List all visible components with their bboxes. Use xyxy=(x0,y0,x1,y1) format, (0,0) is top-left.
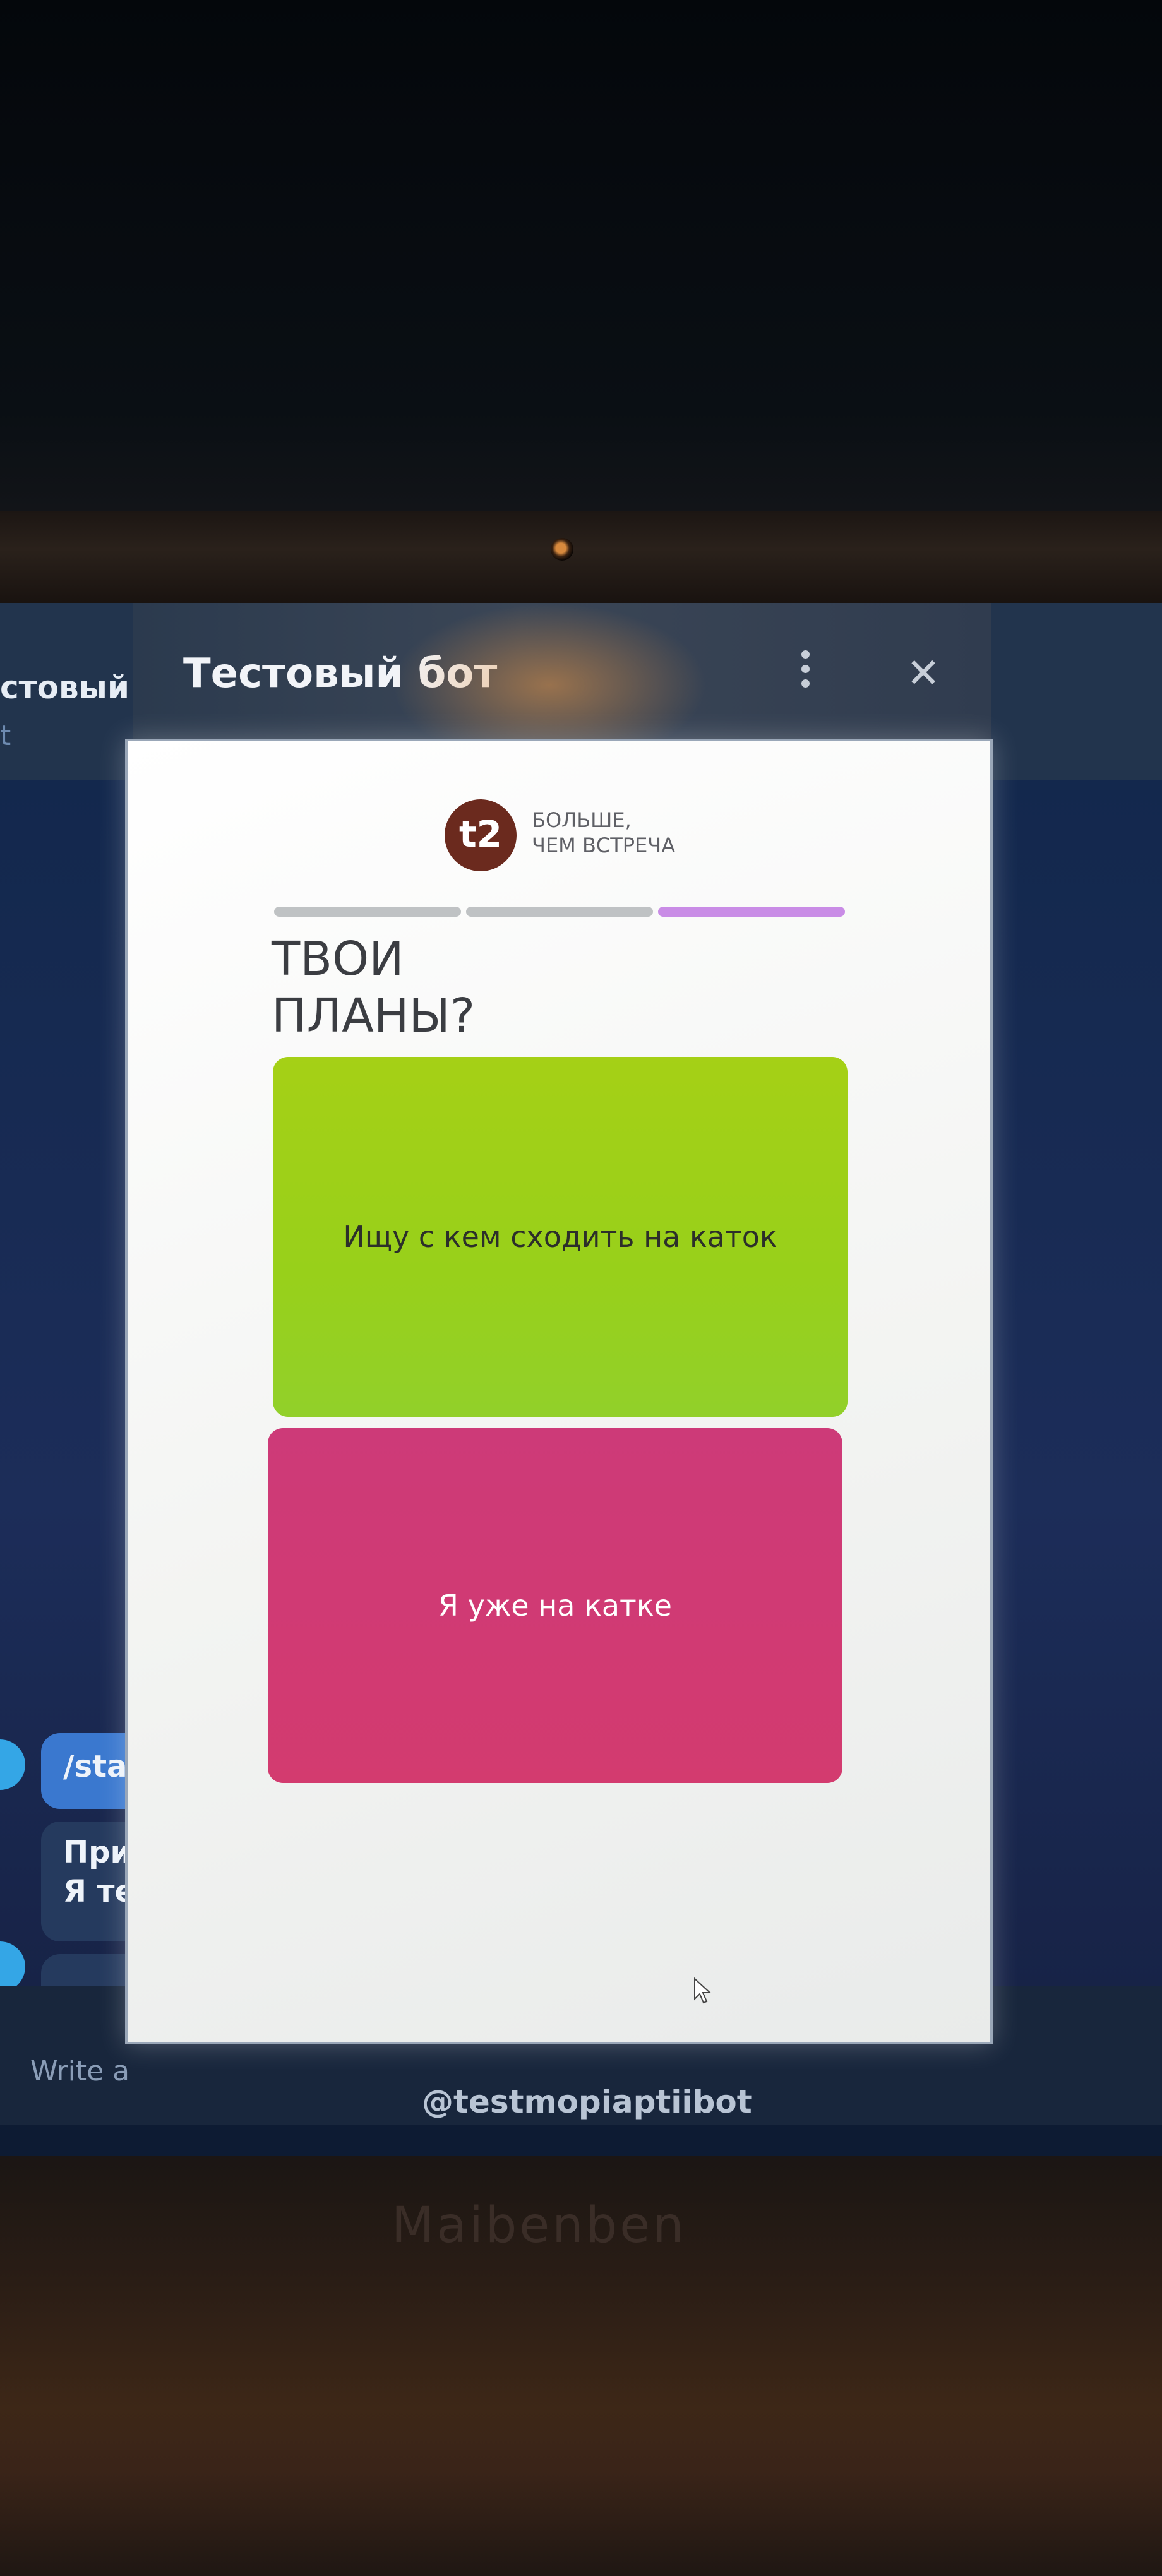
laptop-bezel xyxy=(0,511,1162,606)
page-title-line2: ПЛАНЫ? xyxy=(272,989,476,1043)
logo-tagline-line2: ЧЕМ ВСТРЕЧА xyxy=(532,833,676,857)
webcam-icon xyxy=(551,538,573,561)
room-background xyxy=(0,0,1162,511)
progress-segment xyxy=(466,907,653,917)
mouse-cursor-icon xyxy=(694,1977,712,2004)
step-progress xyxy=(274,907,845,918)
t2-logo-icon: t2 xyxy=(445,799,517,871)
page-title-line1: ТВОИ xyxy=(272,932,404,986)
option-label: Я уже на катке xyxy=(438,1589,672,1623)
message-input-placeholder: Write a xyxy=(30,2055,130,2087)
option-already-at-rink-button[interactable]: Я уже на катке xyxy=(268,1428,842,1783)
option-label: Ищу с кем сходить на каток xyxy=(343,1220,777,1254)
more-vertical-icon[interactable] xyxy=(796,650,815,695)
chat-subtitle: t xyxy=(0,720,11,752)
chat-title: стовый бо xyxy=(0,669,139,706)
laptop-brand-logo: Maibenben xyxy=(392,2197,686,2254)
logo-tagline: БОЛЬШЕ, ЧЕМ ВСТРЕЧА xyxy=(532,808,675,858)
progress-segment xyxy=(274,907,461,917)
webapp-dialog-title: Тестовый бот xyxy=(183,650,498,697)
logo-tagline-line1: БОЛЬШЕ, xyxy=(532,808,632,832)
webapp-content: t2 БОЛЬШЕ, ЧЕМ ВСТРЕЧА ТВОИ ПЛАНЫ? Ищу с… xyxy=(125,739,993,2044)
progress-segment-active xyxy=(658,907,845,917)
page-title: ТВОИ ПЛАНЫ? xyxy=(272,931,475,1044)
option-looking-for-company-button[interactable]: Ищу с кем сходить на каток xyxy=(273,1057,848,1417)
bot-username: @testmopiaptiibot xyxy=(422,2084,752,2120)
close-icon[interactable]: ✕ xyxy=(903,653,943,694)
